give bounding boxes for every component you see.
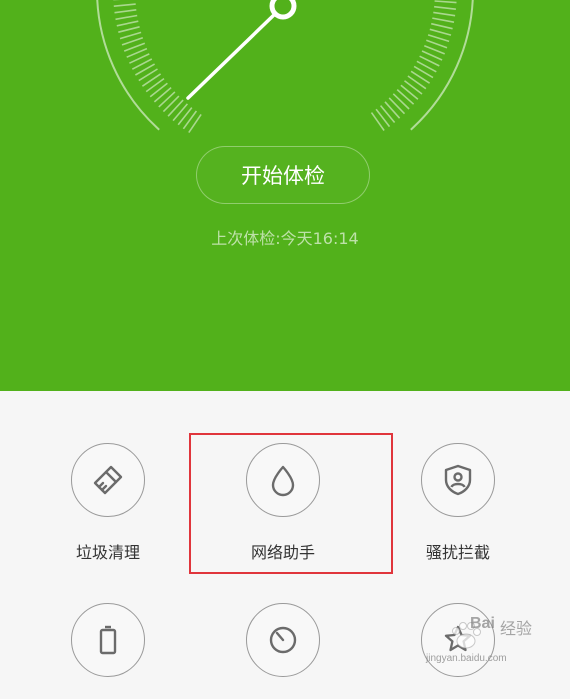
start-checkup-button[interactable]: 开始体检 [196, 146, 370, 204]
gauge-tick [396, 89, 415, 105]
gauge-tick [113, 3, 136, 7]
gauge-needle [186, 10, 279, 100]
tool-icon-circle [421, 443, 495, 517]
gauge-tick [433, 11, 456, 17]
gauge-tick [379, 105, 396, 124]
gauge-tick [167, 99, 184, 117]
gauge-tick [182, 110, 198, 130]
tool-label: 网络助手 [250, 543, 315, 562]
last-check-time: 上次体检:今天16:14 [211, 229, 359, 248]
gauge-tick [145, 77, 165, 93]
gauge-tick [149, 82, 168, 98]
tool-label: 垃圾清理 [75, 543, 140, 562]
watermark-brand: Bai [470, 615, 495, 632]
gauge-tick [427, 34, 450, 43]
gauge-tick [158, 91, 176, 108]
watermark: Bai 经验 jingyan.baidu.com [426, 611, 536, 669]
tool-junk-cleanup[interactable]: 垃圾清理 [28, 443, 188, 563]
gauge-tick [434, 0, 457, 4]
gauge-tick [388, 97, 406, 115]
watermark-url: jingyan.baidu.com [426, 653, 507, 664]
gauge-needle-hub [269, 0, 297, 20]
watermark-brand-suffix: 经验 [500, 621, 533, 638]
gauge-ticks [113, 0, 457, 134]
tool-icon-circle [71, 603, 145, 677]
gauge-tick [431, 22, 453, 30]
broom-icon [93, 465, 123, 495]
gauge-tick [375, 108, 391, 128]
gauge-tick [434, 5, 456, 10]
gauge-tick [119, 31, 142, 40]
tool-icon-circle [71, 443, 145, 517]
gauge-tick [115, 14, 138, 21]
tool-label: 骚扰拦截 [425, 543, 490, 562]
gauge-tick [118, 26, 140, 33]
tool-harassment-block[interactable]: 骚扰拦截 [378, 443, 538, 563]
gauge-tick [172, 103, 189, 122]
gauge-tick [407, 75, 427, 90]
gauge-outer-arc-left [96, 0, 160, 131]
gauge-tick [121, 37, 144, 46]
start-checkup-label: 开始体检 [241, 164, 325, 188]
gauge-tick [114, 9, 137, 14]
timer-icon [269, 626, 297, 654]
droplet-icon [271, 465, 295, 497]
battery-icon [99, 625, 117, 655]
shield-user-icon [444, 464, 472, 496]
tool-timer[interactable] [203, 603, 363, 699]
tool-battery[interactable] [28, 603, 188, 699]
gauge-tick [384, 101, 401, 119]
gauge-tick [162, 95, 180, 113]
gauge-tick [153, 86, 172, 103]
gauge-tick [177, 107, 193, 126]
gauge-tick [370, 112, 385, 131]
gauge-tick [400, 84, 419, 100]
gauge-tick [123, 42, 146, 52]
gauge-tick [392, 93, 410, 110]
gauge-tick [404, 80, 423, 95]
gauge-tick [432, 17, 455, 23]
tool-network-assistant[interactable]: 网络助手 [203, 443, 363, 563]
tool-icon-circle [246, 443, 320, 517]
tool-icon-circle [246, 603, 320, 677]
gauge-tick [116, 20, 139, 27]
gauge-tick [188, 113, 202, 134]
gauge-tick [429, 28, 452, 36]
health-check-panel: 开始体检 上次体检:今天16:14 [0, 0, 570, 391]
gauge-tick [426, 39, 448, 49]
